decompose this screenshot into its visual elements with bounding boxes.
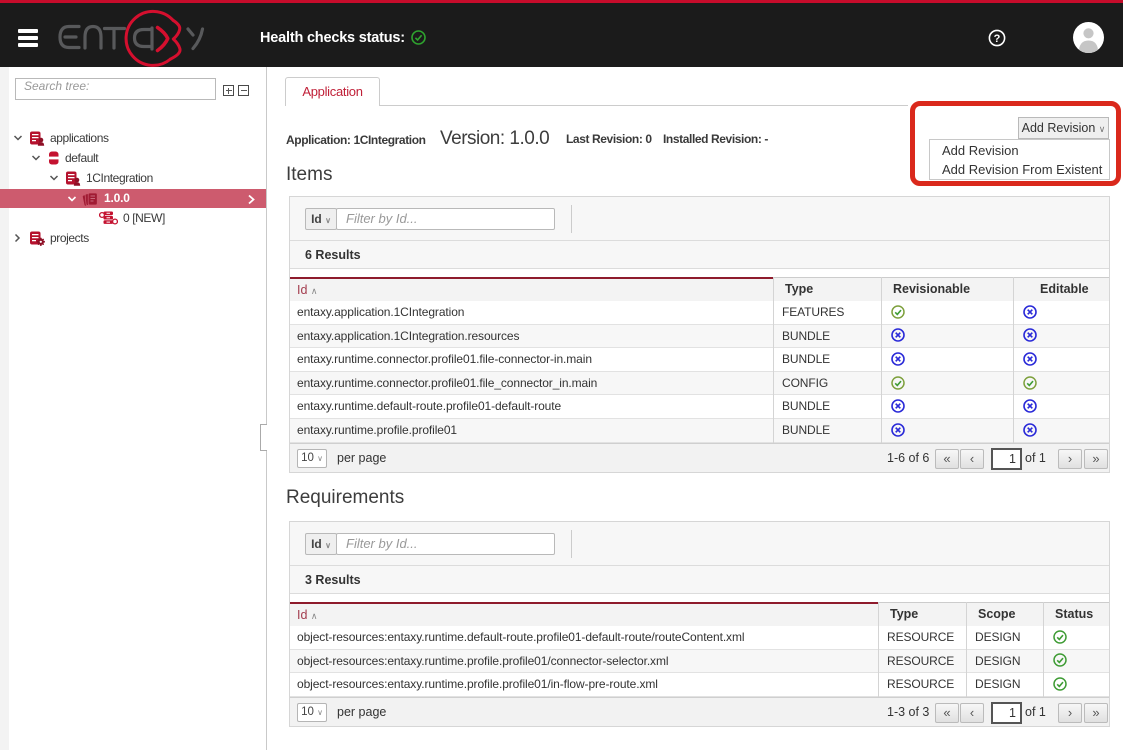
svg-text:?: ? <box>994 33 1001 45</box>
